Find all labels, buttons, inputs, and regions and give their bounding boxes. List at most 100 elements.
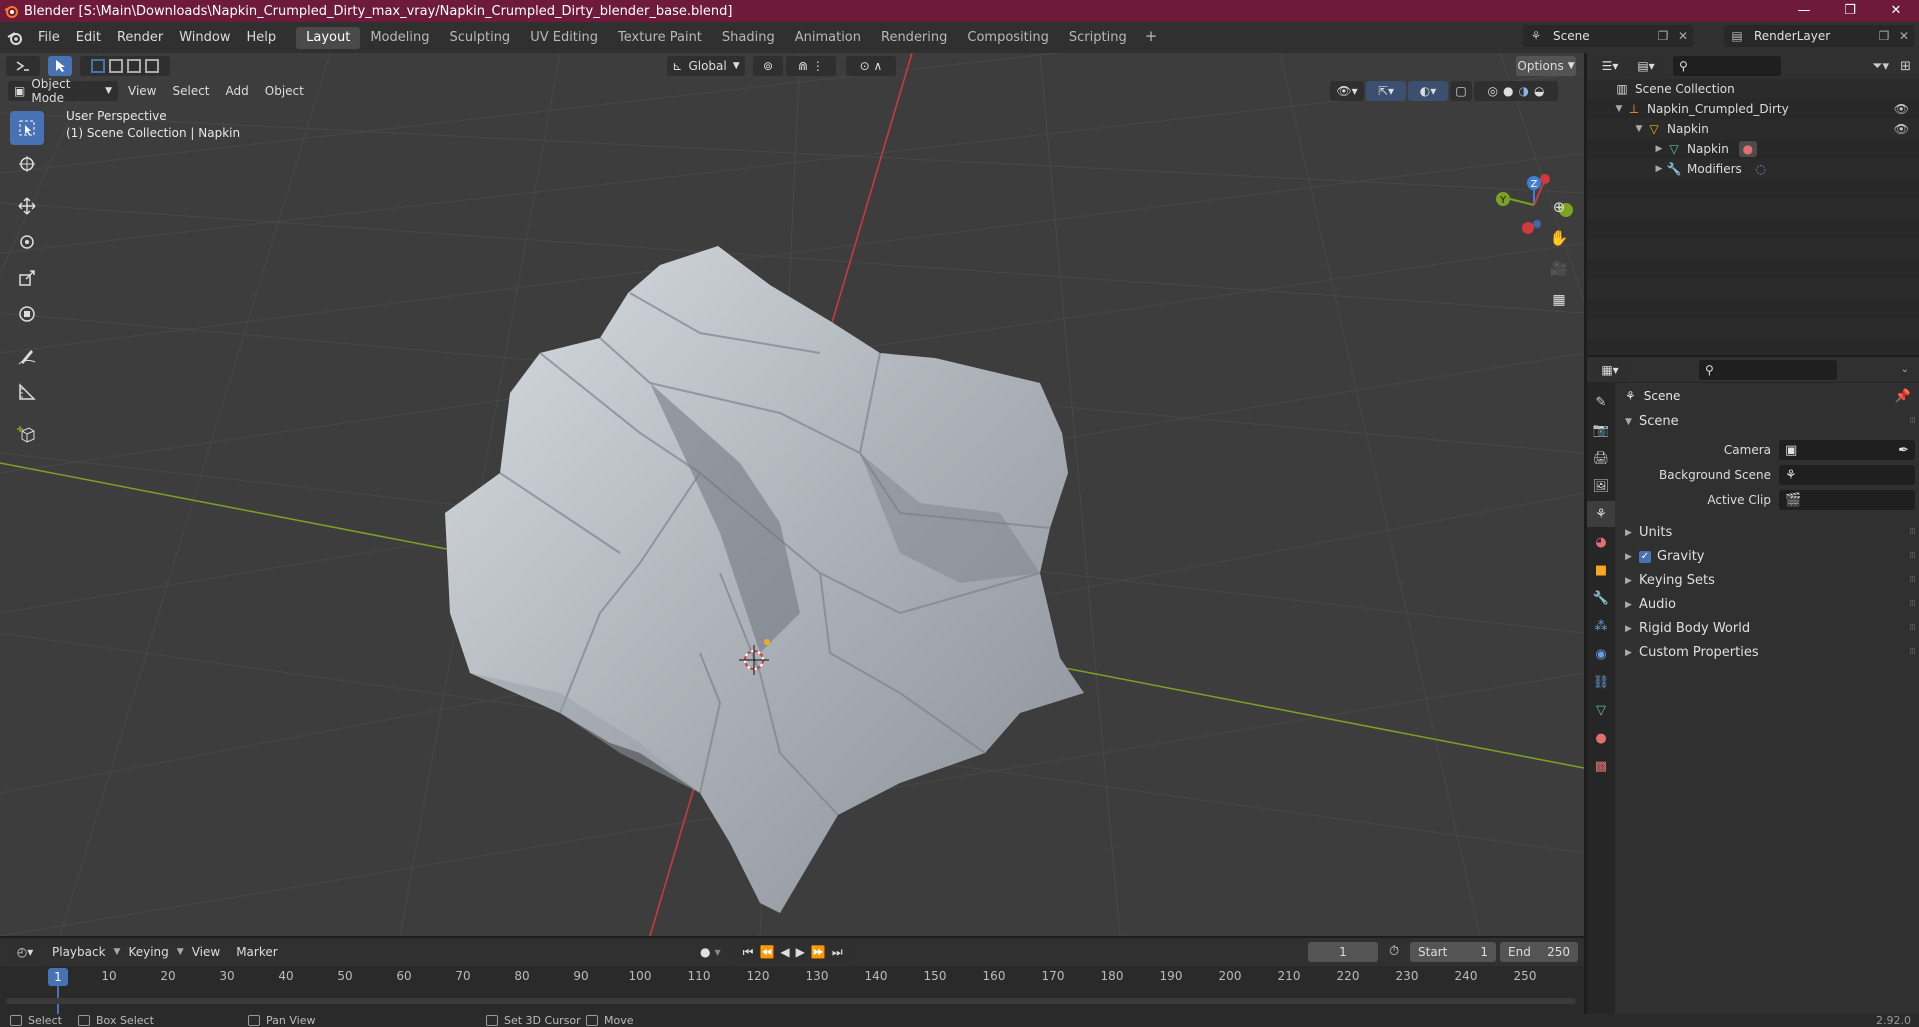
- data-tab[interactable]: ▽: [1587, 697, 1615, 723]
- visibility-eye-icon[interactable]: 👁▾: [1330, 81, 1364, 101]
- menu-window[interactable]: Window: [171, 28, 238, 48]
- gravity-checkbox[interactable]: ✓: [1639, 550, 1651, 563]
- move-tool[interactable]: [10, 189, 44, 223]
- delete-scene-icon[interactable]: ✕: [1673, 29, 1693, 43]
- start-frame-field[interactable]: Start 1: [1410, 942, 1496, 962]
- units-panel-header[interactable]: ▶ Units: [1625, 525, 1672, 540]
- delete-layer-icon[interactable]: ✕: [1894, 29, 1914, 43]
- view-layer-selector[interactable]: ▤ RenderLayer ❐ ✕: [1724, 25, 1914, 47]
- viewport-canvas[interactable]: Z Y: [0, 53, 1584, 936]
- editor-type-button[interactable]: [6, 56, 40, 76]
- pivot-point-button[interactable]: ⊚: [753, 56, 783, 76]
- outliner-editor-type-button[interactable]: ☰▾: [1593, 56, 1627, 76]
- select-subtract-icon[interactable]: [127, 59, 141, 73]
- copy-scene-icon[interactable]: ❐: [1653, 29, 1673, 43]
- menu-add[interactable]: Add: [218, 84, 257, 98]
- playhead-frame-indicator[interactable]: 1: [48, 968, 68, 986]
- new-collection-icon[interactable]: ⊞: [1900, 59, 1911, 74]
- drag-handle-icon[interactable]: ⁞⁞⁞: [1909, 599, 1916, 609]
- audio-panel-header[interactable]: ▶ Audio: [1625, 597, 1676, 612]
- select-new-icon[interactable]: [91, 59, 105, 73]
- tab-uv-editing[interactable]: UV Editing: [520, 27, 608, 49]
- tab-modeling[interactable]: Modeling: [360, 27, 439, 49]
- properties-editor-type-button[interactable]: ▦▾: [1593, 359, 1627, 380]
- next-keyframe-icon[interactable]: ⏩: [811, 945, 826, 959]
- tab-shading[interactable]: Shading: [712, 27, 785, 49]
- zoom-button[interactable]: ⊕: [1545, 193, 1573, 221]
- drag-handle-icon[interactable]: ⁞⁞⁞: [1909, 623, 1916, 633]
- record-icon[interactable]: ●: [700, 945, 710, 959]
- drag-handle-icon[interactable]: ⁞⁞⁞: [1909, 575, 1916, 585]
- annotate-tool[interactable]: [10, 339, 44, 373]
- scale-tool[interactable]: [10, 261, 44, 295]
- pin-icon[interactable]: 📌: [1895, 389, 1911, 404]
- outliner-row-napkin-mesh[interactable]: ▶ ▽ Napkin ●: [1587, 139, 1919, 159]
- view-layer-tab[interactable]: 🖼: [1587, 473, 1615, 499]
- 3d-viewport[interactable]: Z Y ⊾ Global ▼ ⊚ ⋒ ⋮ ⊙ ∧ Options ▼ ▣ Obj…: [0, 53, 1584, 936]
- options-dropdown[interactable]: Options ▼: [1516, 56, 1576, 76]
- end-frame-field[interactable]: End 250: [1500, 942, 1578, 962]
- display-mode-button[interactable]: ▤▾: [1629, 56, 1663, 76]
- proportional-edit-button[interactable]: ⊙ ∧: [846, 56, 896, 76]
- object-tab[interactable]: ■: [1587, 557, 1615, 583]
- menu-edit[interactable]: Edit: [68, 28, 109, 48]
- ortho-toggle-button[interactable]: ▦: [1545, 286, 1573, 314]
- render-tab[interactable]: 📷: [1587, 417, 1615, 443]
- expand-arrow-icon[interactable]: ▼: [1633, 124, 1645, 134]
- drag-handle-icon[interactable]: ⁞⁞⁞: [1909, 647, 1916, 657]
- collapse-arrow-icon[interactable]: ▶: [1653, 144, 1665, 154]
- material-tab[interactable]: ●: [1587, 725, 1615, 751]
- current-frame-field[interactable]: 1: [1308, 942, 1378, 962]
- transform-tool[interactable]: [10, 297, 44, 331]
- active-clip-field[interactable]: 🎬: [1779, 490, 1915, 510]
- tab-compositing[interactable]: Compositing: [957, 27, 1059, 49]
- drag-handle-icon[interactable]: ⁞⁞⁞: [1909, 527, 1916, 537]
- view-menu[interactable]: View: [184, 945, 228, 959]
- tab-rendering[interactable]: Rendering: [871, 27, 957, 49]
- minimize-button[interactable]: —: [1781, 0, 1827, 22]
- drag-handle-icon[interactable]: ⁞⁞⁞: [1909, 416, 1916, 426]
- outliner-row-scene-collection[interactable]: ▥ Scene Collection: [1587, 79, 1919, 99]
- prev-keyframe-icon[interactable]: ⏪: [759, 945, 774, 959]
- texture-tab[interactable]: ▩: [1587, 753, 1615, 779]
- measure-tool[interactable]: [10, 375, 44, 409]
- timeline-scrollbar[interactable]: [6, 998, 1576, 1004]
- menu-render[interactable]: Render: [109, 28, 171, 48]
- play-reverse-icon[interactable]: ◀: [780, 945, 789, 959]
- world-tab[interactable]: ◕: [1587, 529, 1615, 555]
- keying-menu[interactable]: Keying: [120, 945, 176, 959]
- outliner-row-modifiers[interactable]: ▶ 🔧 Modifiers ◌: [1587, 159, 1919, 179]
- gizmo-toggle-icon[interactable]: ⇱▾: [1366, 81, 1406, 101]
- selection-mode-set[interactable]: [80, 56, 170, 76]
- transform-orientation-dropdown[interactable]: ⊾ Global ▼: [667, 56, 745, 76]
- add-workspace-button[interactable]: +: [1137, 27, 1166, 49]
- visibility-eye-icon[interactable]: 👁: [1894, 102, 1909, 116]
- marker-menu[interactable]: Marker: [228, 945, 285, 959]
- overlay-toggle-icon[interactable]: ◐▾: [1408, 81, 1448, 101]
- expand-arrow-icon[interactable]: ▼: [1613, 104, 1625, 114]
- chevron-down-icon[interactable]: ⌄: [1901, 364, 1909, 375]
- solid-shading-icon[interactable]: ●: [1503, 84, 1513, 98]
- physics-tab[interactable]: ◉: [1587, 641, 1615, 667]
- particles-tab[interactable]: ⁂: [1587, 613, 1615, 639]
- pan-button[interactable]: ✋: [1545, 224, 1573, 252]
- material-shading-icon[interactable]: ◑: [1519, 84, 1529, 98]
- scene-panel-header[interactable]: ▼ Scene: [1625, 414, 1679, 429]
- jump-end-icon[interactable]: ⏭: [832, 945, 843, 960]
- play-icon[interactable]: ▶: [796, 945, 805, 959]
- blender-menu-button[interactable]: [0, 26, 30, 50]
- select-mode-button[interactable]: [48, 56, 72, 76]
- scene-selector[interactable]: ⚘ Scene ❐ ✕: [1523, 25, 1693, 47]
- custom-properties-panel-header[interactable]: ▶ Custom Properties: [1625, 645, 1759, 660]
- tool-tab[interactable]: ✎: [1587, 389, 1615, 415]
- menu-view[interactable]: View: [120, 84, 164, 98]
- add-cube-tool[interactable]: [10, 417, 44, 451]
- drag-handle-icon[interactable]: ⁞⁞⁞: [1909, 551, 1916, 561]
- menu-select[interactable]: Select: [164, 84, 217, 98]
- tab-layout[interactable]: Layout: [296, 26, 361, 49]
- gravity-panel-header[interactable]: ▶ ✓ Gravity: [1625, 549, 1704, 564]
- xray-toggle-icon[interactable]: ▢: [1450, 81, 1472, 101]
- modifier-tab[interactable]: 🔧: [1587, 585, 1615, 611]
- shading-mode-group[interactable]: ◎ ● ◑ ◒: [1474, 81, 1558, 101]
- keying-sets-panel-header[interactable]: ▶ Keying Sets: [1625, 573, 1715, 588]
